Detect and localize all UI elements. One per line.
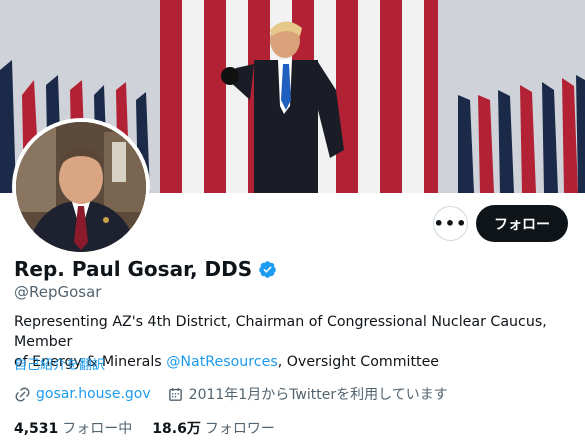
website-link[interactable]: gosar.house.gov (36, 386, 151, 402)
followers-label: フォロワー (204, 421, 275, 437)
profile-meta: gosar.house.gov 2011年1月からTwitterを利用しています (14, 384, 464, 404)
website-item[interactable]: gosar.house.gov (14, 386, 151, 403)
follow-button-label: フォロー (494, 216, 550, 233)
follow-stats: 4,531 フォロー中 18.6万 フォロワー (14, 418, 295, 438)
profile-avatar[interactable] (12, 118, 150, 256)
follow-button[interactable]: フォロー (476, 205, 568, 242)
more-options-icon: ••• (433, 214, 468, 233)
bio-mention-link[interactable]: @NatResources (166, 354, 278, 370)
calendar-icon (168, 387, 182, 401)
name-row: Rep. Paul Gosar, DDS (14, 257, 277, 281)
translate-bio-link[interactable]: 自己紹介を翻訳 (14, 354, 105, 373)
followers-stat[interactable]: 18.6万 フォロワー (152, 418, 275, 438)
joined-date: 2011年1月からTwitterを利用しています (188, 387, 448, 403)
display-name: Rep. Paul Gosar, DDS (14, 257, 253, 281)
profile-handle: @RepGosar (14, 283, 102, 301)
verified-badge-icon[interactable] (258, 260, 277, 279)
followers-count: 18.6万 (152, 421, 201, 437)
joined-item: 2011年1月からTwitterを利用しています (167, 384, 448, 404)
following-count: 4,531 (14, 421, 59, 437)
more-options-button[interactable]: ••• (433, 206, 468, 241)
bio-line-1: Representing AZ's 4th District, Chairman… (14, 314, 547, 350)
bio-text: , Oversight Committee (277, 354, 440, 370)
following-stat[interactable]: 4,531 フォロー中 (14, 418, 132, 438)
avatar-image (16, 122, 146, 252)
following-label: フォロー中 (62, 421, 133, 437)
link-icon (15, 387, 30, 401)
